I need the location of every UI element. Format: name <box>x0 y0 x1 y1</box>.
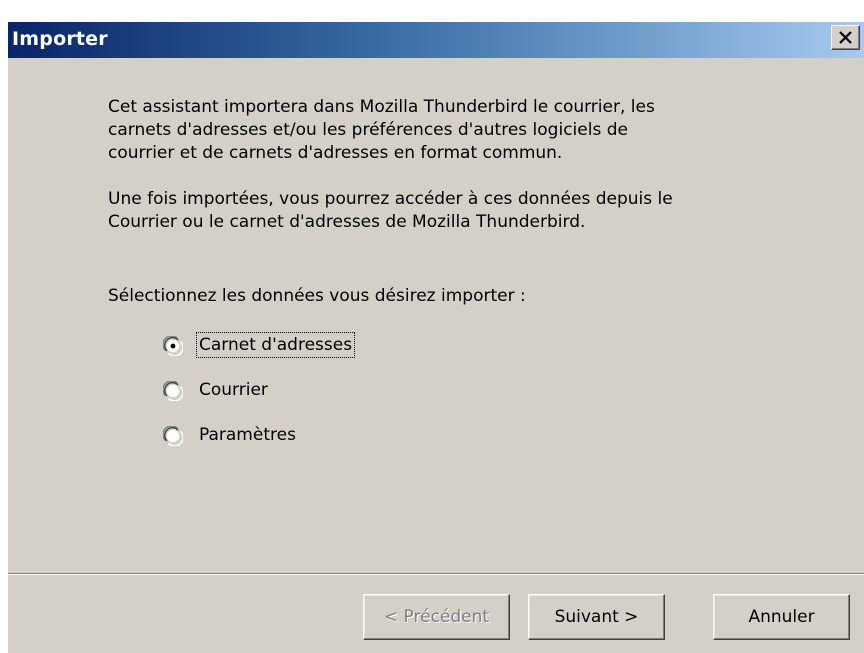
selection-prompt: Sélectionnez les données vous désirez im… <box>108 286 526 306</box>
radio-label-mail[interactable]: Courrier <box>197 378 270 402</box>
close-icon <box>839 31 852 44</box>
title-bar[interactable]: Importer <box>8 22 864 58</box>
cancel-button[interactable]: Annuler <box>713 594 850 640</box>
close-button[interactable] <box>831 25 860 50</box>
intro-paragraph-2: Une fois importées, vous pourrez accéder… <box>108 189 673 232</box>
radio-button-icon[interactable] <box>163 381 183 401</box>
radio-label-settings[interactable]: Paramètres <box>197 423 298 447</box>
next-button[interactable]: Suivant > <box>528 594 665 640</box>
radio-label-address-book[interactable]: Carnet d'adresses <box>195 332 356 358</box>
previous-button[interactable]: < Précédent <box>363 594 510 640</box>
button-area-separator <box>8 573 864 575</box>
radio-button-icon[interactable] <box>163 336 183 356</box>
window-title: Importer <box>12 28 108 50</box>
radio-button-icon[interactable] <box>163 426 183 446</box>
intro-paragraph-1: Cet assistant importera dans Mozilla Thu… <box>108 97 655 163</box>
